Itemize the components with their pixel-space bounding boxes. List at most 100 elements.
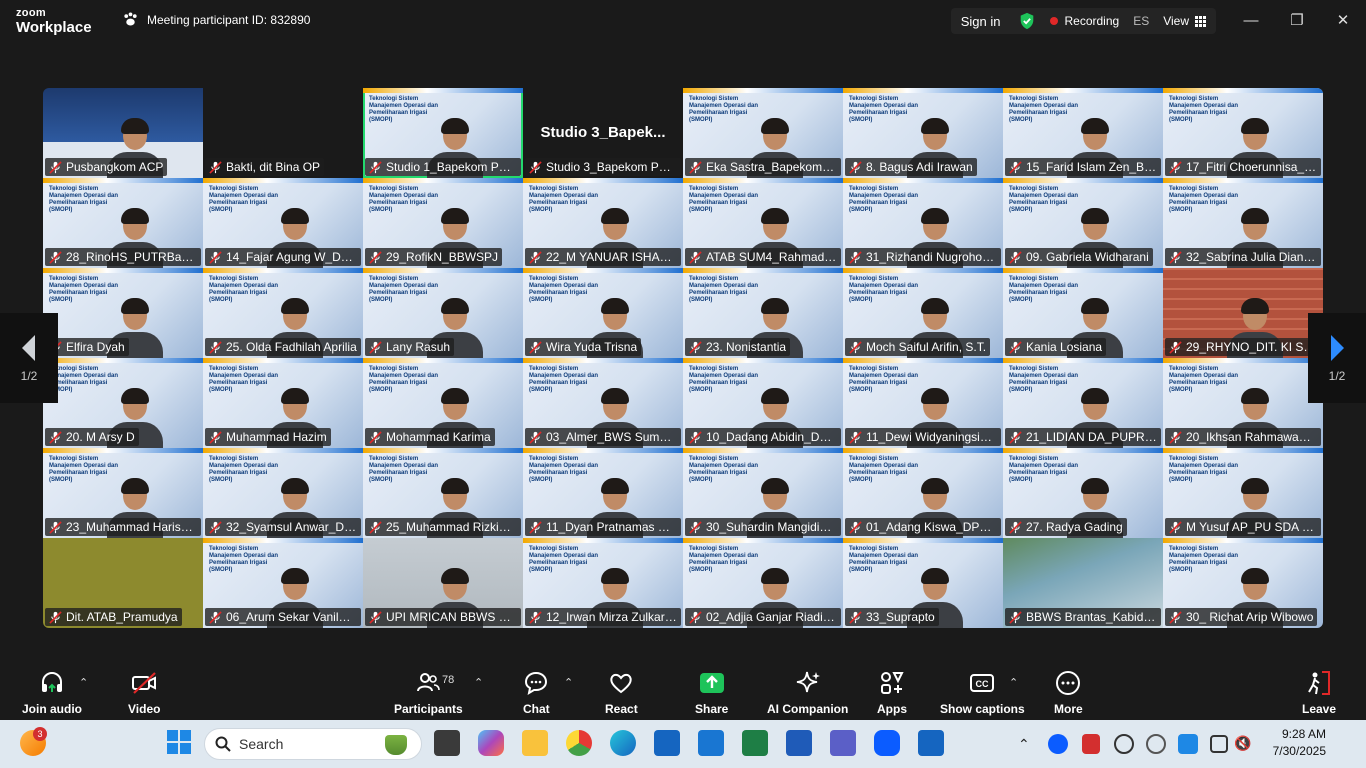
participant-tile[interactable]: Teknologi Sistem Manajemen Operasi dan P… [683, 88, 843, 178]
participant-tile[interactable]: Teknologi Sistem Manajemen Operasi dan P… [843, 538, 1003, 628]
minimize-icon[interactable]: — [1240, 10, 1262, 30]
zoom-tray-icon[interactable] [1048, 734, 1068, 754]
participant-tile[interactable]: Teknologi Sistem Manajemen Operasi dan P… [43, 268, 203, 358]
taskbar-search[interactable]: Search [204, 728, 422, 760]
system-clock[interactable]: 9:28 AM 7/30/2025 [1273, 726, 1326, 760]
file-explorer-icon[interactable] [522, 730, 548, 756]
participant-tile[interactable]: Teknologi Sistem Manajemen Operasi dan P… [683, 178, 843, 268]
participant-tile[interactable]: Teknologi Sistem Manajemen Operasi dan P… [43, 448, 203, 538]
mail-icon[interactable] [698, 730, 724, 756]
language-indicator[interactable]: ES [1133, 14, 1149, 28]
participant-tile[interactable]: Teknologi Sistem Manajemen Operasi dan P… [1003, 448, 1163, 538]
participant-tile[interactable]: Teknologi Sistem Manajemen Operasi dan P… [363, 358, 523, 448]
participant-tile[interactable]: Teknologi Sistem Manajemen Operasi dan P… [1003, 358, 1163, 448]
teams-icon[interactable] [830, 730, 856, 756]
participant-tile[interactable]: Teknologi Sistem Manajemen Operasi dan P… [1003, 268, 1163, 358]
video-button[interactable]: Video [128, 670, 160, 716]
audio-caret-icon[interactable]: ⌃ [79, 676, 88, 689]
apps-label: Apps [877, 702, 907, 716]
participant-tile[interactable]: UPI MRICAN BBWS Brantas [363, 538, 523, 628]
zoom-taskbar-icon[interactable] [874, 730, 900, 756]
participant-tile[interactable]: Teknologi Sistem Manajemen Operasi dan P… [363, 178, 523, 268]
prev-page-button[interactable]: 1/2 [0, 313, 58, 403]
participant-tile[interactable]: Teknologi Sistem Manajemen Operasi dan P… [1003, 178, 1163, 268]
windows-start-icon[interactable] [167, 730, 191, 754]
participant-tile[interactable]: Teknologi Sistem Manajemen Operasi dan P… [683, 538, 843, 628]
participant-tile[interactable]: Teknologi Sistem Manajemen Operasi dan P… [683, 448, 843, 538]
participant-tile[interactable]: Teknologi Sistem Manajemen Operasi dan P… [843, 88, 1003, 178]
participant-tile[interactable]: Teknologi Sistem Manajemen Operasi dan P… [203, 448, 363, 538]
chat-caret-icon[interactable]: ⌃ [564, 676, 573, 689]
task-view-icon[interactable] [434, 730, 460, 756]
react-button[interactable]: React [605, 670, 638, 716]
participant-tile[interactable]: Pusbangkom ACP [43, 88, 203, 178]
apps-button[interactable]: Apps [877, 670, 907, 716]
maximize-icon[interactable]: ❐ [1286, 10, 1308, 30]
leave-button[interactable]: Leave [1302, 670, 1336, 716]
participant-tile[interactable]: Teknologi Sistem Manajemen Operasi dan P… [843, 178, 1003, 268]
participant-tile[interactable]: Teknologi Sistem Manajemen Operasi dan P… [43, 358, 203, 448]
view-button[interactable]: View [1163, 14, 1206, 28]
edge-icon[interactable] [610, 730, 636, 756]
display-icon[interactable] [1210, 735, 1228, 753]
participant-tile[interactable]: Teknologi Sistem Manajemen Operasi dan P… [203, 268, 363, 358]
participant-tile[interactable]: Teknologi Sistem Manajemen Operasi dan P… [203, 538, 363, 628]
share-button[interactable]: Share [695, 670, 728, 716]
participant-tile[interactable]: Teknologi Sistem Manajemen Operasi dan P… [363, 88, 523, 178]
pdf-tray-icon[interactable] [1082, 734, 1100, 754]
tray-overflow-icon[interactable]: ⌃ [1018, 736, 1034, 762]
cloud-off-icon[interactable] [1114, 734, 1134, 754]
participant-tile[interactable]: Teknologi Sistem Manajemen Operasi dan P… [523, 448, 683, 538]
join-audio-button[interactable]: Join audio [22, 670, 82, 716]
shield-check-icon[interactable] [1018, 12, 1036, 30]
participant-tile[interactable]: Dit. ATAB_Pramudya [43, 538, 203, 628]
participant-tile[interactable]: Studio 3_Bapek... Studio 3_Bapekom PU Wil… [523, 88, 683, 178]
participant-tile[interactable]: Teknologi Sistem Manajemen Operasi dan P… [843, 268, 1003, 358]
participant-tile[interactable]: Teknologi Sistem Manajemen Operasi dan P… [1003, 88, 1163, 178]
sign-in-button[interactable]: Sign in [961, 14, 1005, 29]
meeting-id[interactable]: Meeting participant ID: 832890 [122, 11, 310, 28]
participant-tile[interactable]: Teknologi Sistem Manajemen Operasi dan P… [1163, 538, 1323, 628]
captions-caret-icon[interactable]: ⌃ [1009, 676, 1018, 689]
participant-tile[interactable]: Teknologi Sistem Manajemen Operasi dan P… [523, 268, 683, 358]
participant-tile[interactable]: Teknologi Sistem Manajemen Operasi dan P… [843, 448, 1003, 538]
participant-tile[interactable]: Teknologi Sistem Manajemen Operasi dan P… [1163, 178, 1323, 268]
participant-tile[interactable]: Teknologi Sistem Manajemen Operasi dan P… [203, 358, 363, 448]
chat-button[interactable]: Chat [523, 670, 550, 716]
participant-tile[interactable]: Teknologi Sistem Manajemen Operasi dan P… [363, 268, 523, 358]
participant-tile[interactable]: Teknologi Sistem Manajemen Operasi dan P… [1163, 448, 1323, 538]
participant-tile[interactable]: Bakti, dit Bina OP [203, 88, 363, 178]
more-button[interactable]: More [1054, 670, 1083, 716]
slide-banner [1003, 358, 1163, 363]
logo-workplace-text: Workplace [16, 19, 92, 36]
copilot-icon[interactable] [478, 730, 504, 756]
participant-tile[interactable]: BBWS Brantas_Kabid OP [1003, 538, 1163, 628]
volume-muted-icon[interactable]: 🔇 [1234, 735, 1252, 753]
chrome-icon[interactable] [566, 730, 592, 756]
participant-tile[interactable]: Teknologi Sistem Manajemen Operasi dan P… [523, 358, 683, 448]
defender-icon[interactable] [1178, 734, 1198, 754]
participants-caret-icon[interactable]: ⌃ [474, 676, 483, 689]
participant-tile[interactable]: Teknologi Sistem Manajemen Operasi dan P… [523, 538, 683, 628]
participant-tile[interactable]: Teknologi Sistem Manajemen Operasi dan P… [1163, 358, 1323, 448]
store-icon[interactable] [654, 730, 680, 756]
participant-tile[interactable]: Teknologi Sistem Manajemen Operasi dan P… [523, 178, 683, 268]
participant-tile[interactable]: Teknologi Sistem Manajemen Operasi dan P… [43, 178, 203, 268]
zoom-meeting-taskbar-icon[interactable] [918, 730, 944, 756]
participant-tile[interactable]: 29_RHYNO_DIT. KI SDA [1163, 268, 1323, 358]
recording-indicator[interactable]: Recording [1050, 14, 1119, 28]
participant-tile[interactable]: Teknologi Sistem Manajemen Operasi dan P… [203, 178, 363, 268]
word-icon[interactable] [786, 730, 812, 756]
participant-tile[interactable]: Teknologi Sistem Manajemen Operasi dan P… [1163, 88, 1323, 178]
participant-tile[interactable]: Teknologi Sistem Manajemen Operasi dan P… [683, 358, 843, 448]
participant-tile[interactable]: Teknologi Sistem Manajemen Operasi dan P… [843, 358, 1003, 448]
participant-name: 31_Rizhandi Nugroho_BWS [866, 250, 997, 264]
ai-companion-button[interactable]: AI Companion [767, 670, 848, 716]
participant-tile[interactable]: Teknologi Sistem Manajemen Operasi dan P… [363, 448, 523, 538]
next-page-button[interactable]: 1/2 [1308, 313, 1366, 403]
close-icon[interactable]: ✕ [1332, 10, 1354, 30]
network-icon[interactable] [1146, 734, 1166, 754]
excel-icon[interactable] [742, 730, 768, 756]
participant-name-plate: 17_Fitri Choerunnisa_BBWS [1165, 158, 1321, 176]
participant-tile[interactable]: Teknologi Sistem Manajemen Operasi dan P… [683, 268, 843, 358]
